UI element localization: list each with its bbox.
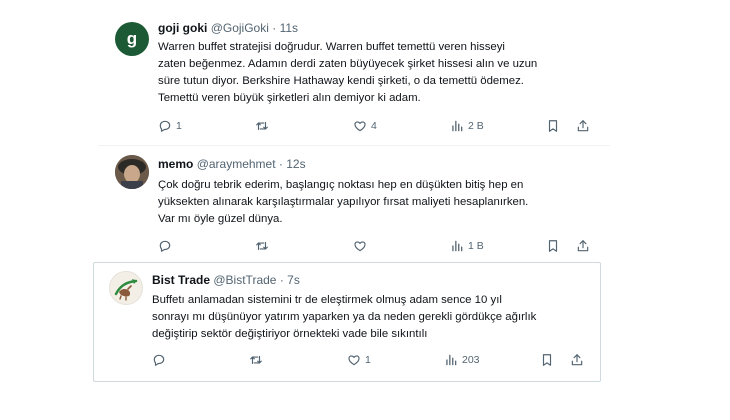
tweet-text: Buffetı anlamadan sistemini tr de eleşti… bbox=[152, 292, 592, 343]
tweet-text-line: değiştirip sektör değiştiriyor örnekteki… bbox=[152, 328, 428, 340]
like-button[interactable]: 1 bbox=[347, 352, 371, 368]
timestamp[interactable]: 12s bbox=[286, 157, 305, 171]
timestamp[interactable]: 11s bbox=[280, 21, 298, 35]
avatar[interactable]: g bbox=[115, 22, 149, 56]
display-name[interactable]: goji goki bbox=[158, 21, 207, 35]
share-button[interactable] bbox=[576, 118, 590, 134]
tweet-header: Bist Trade @BistTrade · 7s bbox=[152, 273, 300, 288]
username-handle[interactable]: @BistTrade bbox=[213, 273, 276, 287]
bookmark-icon bbox=[548, 240, 558, 252]
retweet-button[interactable] bbox=[255, 118, 273, 134]
username-handle[interactable]: @araymehmet bbox=[197, 157, 276, 171]
bookmark-button[interactable] bbox=[546, 118, 560, 134]
bull-logo-icon bbox=[114, 279, 138, 301]
reply-icon bbox=[159, 120, 171, 132]
timestamp[interactable]: 7s bbox=[287, 273, 300, 287]
bookmark-button[interactable] bbox=[546, 238, 560, 254]
share-icon bbox=[577, 240, 589, 252]
like-icon bbox=[348, 355, 360, 366]
username-handle[interactable]: @GojiGoki bbox=[211, 21, 269, 35]
like-icon bbox=[354, 241, 366, 252]
retweet-icon bbox=[256, 241, 268, 251]
views-count: 2 B bbox=[468, 120, 484, 132]
like-icon bbox=[354, 121, 366, 132]
bookmark-button[interactable] bbox=[540, 352, 554, 368]
reply-button[interactable]: 1 bbox=[158, 118, 182, 134]
tweet-text: Warren buffet stratejisi doğrudur. Warre… bbox=[158, 39, 598, 107]
tweet-bisttrade[interactable]: Bist Trade @BistTrade · 7s Buffetı anlam… bbox=[93, 262, 601, 382]
views-button[interactable]: 2 B bbox=[450, 118, 484, 134]
tweet-text-line: yüksekten alınarak karşılaştırmalar yapı… bbox=[158, 196, 529, 208]
tweet-text-line: Warren buffet stratejisi doğrudur. Warre… bbox=[158, 41, 505, 53]
retweet-icon bbox=[256, 121, 268, 131]
reply-icon bbox=[159, 240, 171, 252]
reply-icon bbox=[153, 354, 165, 366]
bookmark-icon bbox=[542, 354, 552, 366]
views-count: 203 bbox=[462, 354, 480, 366]
action-bar: 1 4 2 B bbox=[158, 118, 598, 134]
views-button[interactable]: 203 bbox=[444, 352, 480, 368]
tweet-text-line: Temettü veren büyük şirketleri alın demi… bbox=[158, 92, 421, 104]
tweet-text-line: Var mı öyle güzel dünya. bbox=[158, 213, 283, 225]
views-icon bbox=[446, 354, 457, 366]
reply-button[interactable] bbox=[158, 238, 176, 254]
views-button[interactable]: 1 B bbox=[450, 238, 484, 254]
tweet-header: memo @araymehmet · 12s bbox=[158, 157, 306, 172]
reply-count: 1 bbox=[176, 120, 182, 132]
separator-dot: · bbox=[279, 273, 284, 287]
avatar-photo bbox=[115, 155, 149, 189]
like-count: 4 bbox=[371, 120, 377, 132]
tweet-text-line: süre tutun diyor. Berkshire Hathaway ken… bbox=[158, 75, 524, 87]
like-button[interactable]: 4 bbox=[353, 118, 377, 134]
tweet-text-line: sonrayı mı düşünüyor yatırım yaparken ya… bbox=[152, 311, 537, 323]
action-bar: 1 203 bbox=[152, 352, 592, 368]
tweet-text: Çok doğru tebrik ederim, başlangıç nokta… bbox=[158, 177, 598, 228]
tweet-text-line: Buffetı anlamadan sistemini tr de eleşti… bbox=[152, 294, 502, 306]
separator-dot: · bbox=[272, 21, 277, 35]
bookmark-icon bbox=[548, 120, 558, 132]
share-icon bbox=[577, 120, 589, 132]
tweet-text-line: Çok doğru tebrik ederim, başlangıç nokta… bbox=[158, 179, 524, 191]
views-icon bbox=[452, 240, 463, 252]
like-button[interactable] bbox=[353, 238, 371, 254]
avatar[interactable] bbox=[115, 155, 149, 189]
like-count: 1 bbox=[365, 354, 371, 366]
tweet-araymehmet[interactable]: memo @araymehmet · 12s Çok doğru tebrik … bbox=[98, 145, 610, 264]
share-icon bbox=[571, 354, 583, 366]
display-name[interactable]: Bist Trade bbox=[152, 273, 210, 287]
retweet-icon bbox=[250, 355, 262, 365]
avatar[interactable] bbox=[109, 271, 143, 305]
tweet-header: goji goki @GojiGoki · 11s bbox=[158, 21, 298, 36]
reply-button[interactable] bbox=[152, 352, 170, 368]
share-button[interactable] bbox=[570, 352, 584, 368]
display-name[interactable]: memo bbox=[158, 157, 193, 171]
views-icon bbox=[452, 120, 463, 132]
share-button[interactable] bbox=[576, 238, 590, 254]
views-count: 1 B bbox=[468, 240, 484, 252]
retweet-button[interactable] bbox=[255, 238, 273, 254]
action-bar: 1 B bbox=[158, 238, 598, 254]
tweet-text-line: zaten beğenmez. Adamın derdi zaten büyüy… bbox=[158, 58, 538, 70]
separator-dot: · bbox=[278, 157, 283, 171]
retweet-button[interactable] bbox=[249, 352, 267, 368]
tweet-gojigoki[interactable]: g goji goki @GojiGoki · 11s Warren buffe… bbox=[98, 12, 610, 145]
